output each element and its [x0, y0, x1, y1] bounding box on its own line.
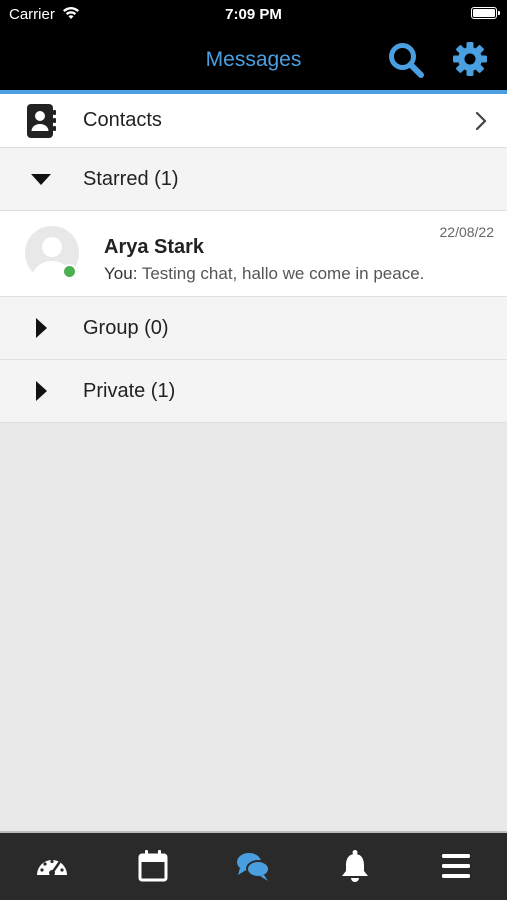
- message-text: Testing chat, hallo we come in peace.: [137, 264, 425, 283]
- contact-name: Arya Stark: [104, 236, 205, 258]
- caret-right-icon: [36, 381, 47, 401]
- group-section-header[interactable]: Group (0): [0, 297, 507, 360]
- status-bar: Carrier 7:09 PM: [0, 0, 507, 28]
- group-label: Group (0): [83, 317, 169, 339]
- bell-icon[interactable]: [338, 849, 372, 883]
- online-status-dot: [62, 264, 77, 279]
- chat-item[interactable]: Arya Stark You: Testing chat, hallo we c…: [0, 211, 507, 297]
- caret-right-icon: [36, 318, 47, 338]
- private-section-header[interactable]: Private (1): [0, 360, 507, 423]
- clock: 7:09 PM: [225, 6, 282, 23]
- private-label: Private (1): [83, 380, 176, 402]
- tab-bar: [0, 831, 507, 900]
- menu-icon[interactable]: [439, 849, 473, 883]
- chat-bubbles-icon[interactable]: [236, 849, 270, 883]
- battery-icon: [471, 7, 500, 19]
- header: Messages: [0, 28, 507, 94]
- message-preview: You: Testing chat, hallo we come in peac…: [104, 264, 424, 284]
- page-title: Messages: [205, 48, 302, 71]
- speedometer-icon[interactable]: [35, 849, 69, 883]
- chevron-right-icon: [475, 111, 487, 131]
- gear-icon[interactable]: [452, 41, 488, 77]
- message-date: 22/08/22: [439, 224, 495, 240]
- sender-prefix: You:: [104, 264, 138, 283]
- contacts-label: Contacts: [83, 109, 162, 131]
- message-list: Contacts Starred (1) Arya Stark You: Tes…: [0, 94, 507, 423]
- search-icon[interactable]: [387, 41, 425, 79]
- contacts-row[interactable]: Contacts: [0, 94, 507, 148]
- contact-book-icon: [27, 104, 56, 138]
- caret-down-icon: [31, 174, 51, 185]
- starred-section-header[interactable]: Starred (1): [0, 148, 507, 211]
- calendar-icon[interactable]: [136, 849, 170, 883]
- starred-label: Starred (1): [83, 168, 179, 190]
